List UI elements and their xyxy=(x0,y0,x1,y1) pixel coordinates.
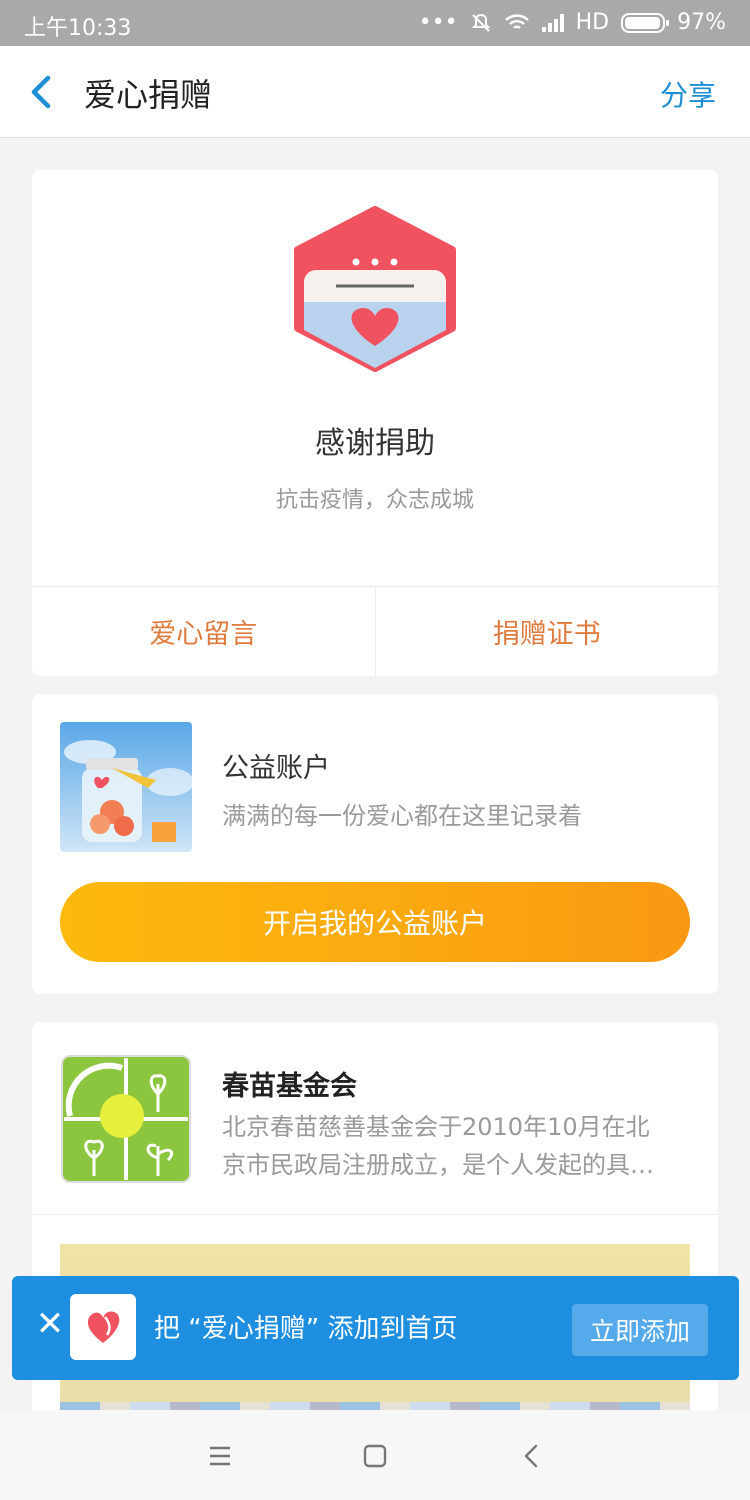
thanks-actions: 爱心留言 捐赠证书 xyxy=(32,586,718,676)
foundation-description-line-2: 京市民政局注册成立，是个人发起的具… xyxy=(222,1151,654,1179)
signal-icon xyxy=(541,13,564,32)
system-nav-bar xyxy=(0,1410,750,1500)
share-button[interactable]: 分享 xyxy=(660,74,716,114)
foundation-description: 北京春苗慈善基金会于2010年10月在北 京市民政局注册成立，是个人发起的具… xyxy=(222,1108,690,1184)
thanks-card: 感谢捐助 抗击疫情，众志成城 爱心留言 捐赠证书 xyxy=(32,170,718,676)
battery-percent: 97% xyxy=(677,10,726,35)
home-icon[interactable] xyxy=(355,1436,395,1476)
wifi-icon xyxy=(504,13,529,29)
banner-message: 把 “爱心捐赠” 添加到首页 xyxy=(154,1314,458,1344)
more-dots-icon: ••• xyxy=(418,10,458,35)
menu-icon[interactable] xyxy=(200,1436,240,1476)
sprout-logo xyxy=(61,1055,191,1183)
account-title: 公益账户 xyxy=(222,753,330,784)
close-icon[interactable]: ✕ xyxy=(30,1304,70,1344)
nav-bar: 爱心捐赠 分享 xyxy=(0,46,750,138)
network-label: HD xyxy=(575,10,610,35)
heart-app-icon xyxy=(70,1294,136,1360)
heart-jar-illustration xyxy=(60,722,192,852)
thanks-subtitle: 抗击疫情，众志成城 xyxy=(275,488,474,513)
foundation-description-line-1: 北京春苗慈善基金会于2010年10月在北 xyxy=(222,1113,650,1141)
battery-fill xyxy=(625,16,661,29)
system-back-icon[interactable] xyxy=(512,1436,552,1476)
status-time: 上午10:33 xyxy=(24,16,132,41)
page-title: 爱心捐赠 xyxy=(84,76,213,114)
thanks-title: 感谢捐助 xyxy=(315,426,435,461)
battery-icon xyxy=(621,12,670,33)
add-to-home-banner: ✕ 把 “爱心捐赠” 添加到首页 立即添加 xyxy=(12,1276,739,1380)
account-card: 公益账户 满满的每一份爱心都在这里记录着 开启我的公益账户 xyxy=(32,694,718,994)
love-message-button[interactable]: 爱心留言 xyxy=(32,587,375,676)
status-icons: ••• HD 97% xyxy=(419,10,726,35)
account-description: 满满的每一份爱心都在这里记录着 xyxy=(222,802,582,830)
foundation-name: 春苗基金会 xyxy=(222,1071,357,1102)
add-now-button[interactable]: 立即添加 xyxy=(572,1304,708,1356)
open-account-button[interactable]: 开启我的公益账户 xyxy=(60,882,690,962)
donation-box-heart-icon xyxy=(294,206,456,372)
status-bar: 上午10:33 ••• HD 97% xyxy=(0,0,750,46)
back-icon[interactable] xyxy=(22,68,62,116)
mute-bell-icon xyxy=(471,13,491,32)
divider xyxy=(32,1214,718,1215)
donation-certificate-button[interactable]: 捐赠证书 xyxy=(374,587,719,676)
